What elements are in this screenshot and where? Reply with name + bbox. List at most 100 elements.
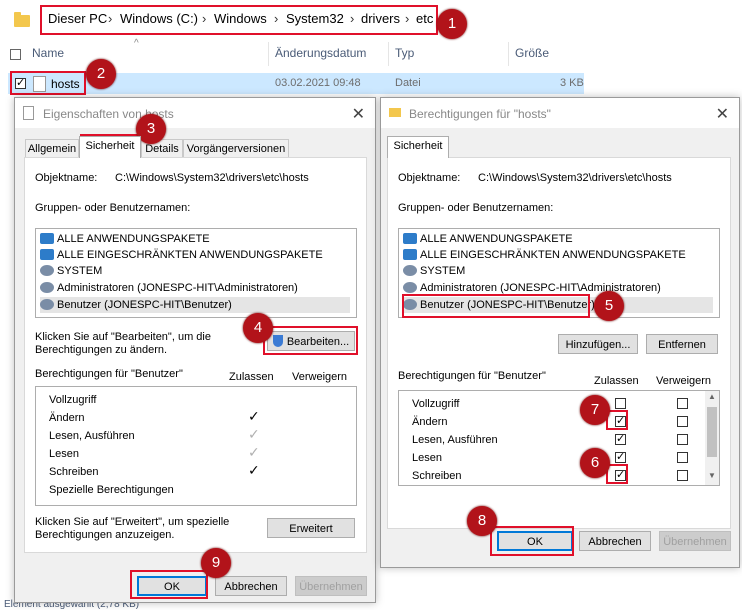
perm-name: Ändern bbox=[49, 412, 85, 424]
list-item[interactable]: ALLE ANWENDUNGSPAKETE bbox=[403, 231, 573, 247]
annotation-box-ok bbox=[490, 526, 574, 556]
list-item[interactable]: ALLE EINGESCHRÄNKTEN ANWENDUNGSPAKETE bbox=[403, 247, 686, 263]
allow-check: ✓ bbox=[248, 408, 260, 424]
package-icon bbox=[40, 233, 54, 244]
list-item[interactable]: ALLE EINGESCHRÄNKTEN ANWENDUNGSPAKETE bbox=[40, 247, 323, 263]
step-badge-4: 4 bbox=[243, 313, 273, 343]
folder-icon bbox=[14, 12, 30, 27]
column-divider bbox=[508, 42, 509, 66]
annotation-box-edit bbox=[263, 326, 358, 355]
permissions-list: Vollzugriff Ändern ✓ Lesen, Ausführen ✓ … bbox=[398, 390, 720, 486]
security-panel: Objektname: C:\Windows\System32\drivers\… bbox=[387, 157, 731, 529]
file-size: 3 KB bbox=[560, 77, 584, 89]
tab-allgemein[interactable]: Allgemein bbox=[25, 139, 79, 158]
list-item[interactable]: ALLE ANWENDUNGSPAKETE bbox=[40, 231, 210, 247]
allow-check: ✓ bbox=[248, 462, 260, 478]
perm-name: Vollzugriff bbox=[49, 394, 97, 406]
tab-vorgaengerversionen[interactable]: Vorgängerversionen bbox=[183, 139, 289, 158]
file-date: 03.02.2021 09:48 bbox=[275, 77, 361, 89]
close-icon[interactable]: ✕ bbox=[716, 104, 729, 124]
deny-header: Verweigern bbox=[292, 371, 348, 383]
security-panel: Objektname: C:\Windows\System32\drivers\… bbox=[24, 157, 367, 553]
perm-name: Schreiben bbox=[49, 466, 99, 478]
allow-checkbox[interactable]: ✓ bbox=[615, 434, 626, 445]
apply-button[interactable]: Übernehmen bbox=[295, 576, 367, 596]
step-badge-9: 9 bbox=[201, 548, 231, 578]
properties-titlebar[interactable]: Eigenschaften von hosts ✕ bbox=[15, 98, 375, 128]
object-name-label: Objektname: bbox=[35, 172, 98, 184]
list-item[interactable]: Administratoren (JONESPC-HIT\Administrat… bbox=[40, 280, 298, 296]
apply-button[interactable]: Übernehmen bbox=[659, 531, 731, 551]
tab-sicherheit[interactable]: Sicherheit bbox=[79, 136, 141, 158]
permissions-titlebar[interactable]: Berechtigungen für "hosts" ✕ bbox=[381, 98, 739, 128]
edit-hint: Berechtigungen zu ändern. bbox=[35, 344, 168, 356]
allow-checkbox[interactable]: ✓ bbox=[615, 452, 626, 463]
step-badge-7: 7 bbox=[580, 395, 610, 425]
select-all-checkbox[interactable] bbox=[10, 49, 21, 60]
column-header-name[interactable]: Name bbox=[32, 46, 64, 60]
permissions-dialog: Berechtigungen für "hosts" ✕ Sicherheit … bbox=[380, 97, 740, 568]
annotation-box-user bbox=[402, 294, 590, 318]
step-badge-5: 5 bbox=[594, 291, 624, 321]
sort-up-icon: ^ bbox=[134, 38, 139, 49]
deny-checkbox[interactable] bbox=[677, 470, 688, 481]
scrollbar[interactable]: ▲ ▼ bbox=[705, 391, 719, 485]
step-badge-1: 1 bbox=[437, 9, 467, 39]
cancel-button[interactable]: Abbrechen bbox=[579, 531, 651, 551]
perm-name: Lesen, Ausführen bbox=[49, 430, 135, 442]
scroll-up-icon[interactable]: ▲ bbox=[708, 392, 716, 401]
allow-checkbox[interactable] bbox=[615, 398, 626, 409]
users-icon bbox=[40, 299, 54, 310]
step-badge-6: 6 bbox=[580, 448, 610, 478]
column-divider bbox=[388, 42, 389, 66]
deny-checkbox[interactable] bbox=[677, 434, 688, 445]
list-item[interactable]: Benutzer (JONESPC-HIT\Benutzer) bbox=[40, 297, 350, 313]
add-button[interactable]: Hinzufügen... bbox=[558, 334, 638, 354]
step-badge-8: 8 bbox=[467, 506, 497, 536]
object-name-value: C:\Windows\System32\drivers\etc\hosts bbox=[115, 172, 309, 184]
scrollbar-thumb[interactable] bbox=[707, 407, 717, 457]
perm-name: Schreiben bbox=[412, 470, 462, 482]
file-type: Datei bbox=[395, 77, 421, 89]
annotation-box-ok bbox=[130, 570, 208, 599]
groups-label: Gruppen- oder Benutzernamen: bbox=[35, 202, 191, 214]
package-icon bbox=[40, 249, 54, 260]
groups-list[interactable]: ALLE ANWENDUNGSPAKETE ALLE EINGESCHRÄNKT… bbox=[35, 228, 357, 318]
deny-header: Verweigern bbox=[656, 375, 712, 387]
scroll-down-icon[interactable]: ▼ bbox=[708, 471, 716, 480]
allow-check-inherited: ✓ bbox=[248, 444, 260, 460]
allow-header: Zulassen bbox=[229, 371, 274, 383]
deny-checkbox[interactable] bbox=[677, 398, 688, 409]
users-icon bbox=[403, 282, 417, 293]
permissions-title: Berechtigungen für "hosts" bbox=[409, 107, 551, 121]
permissions-label: Berechtigungen für "Benutzer" bbox=[398, 370, 546, 382]
edit-hint: Klicken Sie auf "Bearbeiten", um die bbox=[35, 331, 211, 343]
users-icon bbox=[40, 265, 54, 276]
column-divider bbox=[268, 42, 269, 66]
deny-checkbox[interactable] bbox=[677, 416, 688, 427]
column-header-date[interactable]: Änderungsdatum bbox=[275, 46, 366, 60]
perm-name: Ändern bbox=[412, 416, 448, 428]
tab-sicherheit[interactable]: Sicherheit bbox=[387, 136, 449, 158]
advanced-hint: Klicken Sie auf "Erweitert", um speziell… bbox=[35, 516, 230, 528]
allow-check-inherited: ✓ bbox=[248, 426, 260, 442]
remove-button[interactable]: Entfernen bbox=[646, 334, 718, 354]
folder-icon bbox=[389, 108, 401, 117]
list-item[interactable]: SYSTEM bbox=[403, 263, 465, 279]
advanced-button[interactable]: Erweitert bbox=[267, 518, 355, 538]
perm-name: Vollzugriff bbox=[412, 398, 460, 410]
list-item[interactable]: SYSTEM bbox=[40, 263, 102, 279]
close-icon[interactable]: ✕ bbox=[352, 104, 365, 124]
column-header-size[interactable]: Größe bbox=[515, 46, 549, 60]
deny-checkbox[interactable] bbox=[677, 452, 688, 463]
perm-name: Lesen bbox=[49, 448, 79, 460]
document-icon bbox=[23, 106, 34, 120]
permissions-label: Berechtigungen für "Benutzer" bbox=[35, 368, 183, 380]
perm-name: Lesen bbox=[412, 452, 442, 464]
users-icon bbox=[40, 282, 54, 293]
package-icon bbox=[403, 233, 417, 244]
column-header-type[interactable]: Typ bbox=[395, 46, 414, 60]
object-name-value: C:\Windows\System32\drivers\etc\hosts bbox=[478, 172, 672, 184]
cancel-button[interactable]: Abbrechen bbox=[215, 576, 287, 596]
allow-header: Zulassen bbox=[594, 375, 639, 387]
